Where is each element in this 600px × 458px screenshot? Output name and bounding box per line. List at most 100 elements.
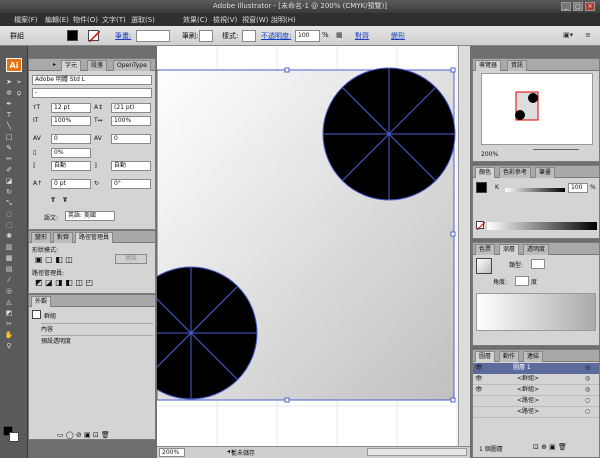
zoom-slider[interactable] [533,149,579,150]
layers-footer-icons[interactable]: ⊡ ⊕ ▣ 🗑 [533,443,567,451]
pencil-tool-icon[interactable]: ✏ [4,155,14,164]
tab-swatches[interactable]: 色票 [475,244,496,255]
layer-row-group-2[interactable]: <群組> [473,385,599,396]
scale-tool-icon[interactable]: ⤡ [4,199,14,208]
tab-pathfinder[interactable]: 路徑管理員 [75,232,114,243]
layer-row-path-1[interactable]: <路徑> [473,396,599,407]
gradient-tool-icon[interactable]: ▤ [4,265,14,274]
menu-window[interactable]: 視窗(W) [242,15,268,25]
tab-paragraph[interactable]: 段落 [87,60,108,71]
column-graph-tool-icon[interactable]: ▥ [4,243,14,252]
rotate-tool-icon[interactable]: ↻ [4,188,14,197]
style-picker[interactable] [242,30,256,42]
tab-info[interactable]: 資訊 [507,60,528,71]
menu-type[interactable]: 文字(T) [102,15,126,25]
stroke-link[interactable]: 筆畫: [115,31,131,41]
eyedropper-tool-icon[interactable]: ⁄ [4,276,14,285]
target-icon[interactable]: ○ [585,408,590,415]
menu-select[interactable]: 選取(S) [131,15,155,25]
magic-wand-tool-icon[interactable]: ✲ [4,89,14,98]
group-visibility-icon[interactable]: 👁 [475,375,483,382]
live-paint-tool-icon[interactable]: ◬ [4,298,14,307]
stroke-weight-field[interactable] [136,30,170,42]
gradient-type-select[interactable] [531,259,545,269]
tab-navigator[interactable]: 導覽器 [475,60,502,71]
navigator-zoom[interactable]: 200% [481,151,498,158]
font-size-field[interactable]: 12 pt [51,103,91,113]
tab-transparency[interactable]: 透明度 [523,244,550,255]
appearance-opacity-row[interactable]: 預設透明度 [41,335,153,345]
strikethrough-button[interactable]: Ŧ [63,197,67,204]
layer-visibility-icon[interactable]: 👁 [475,364,483,371]
hand-tool-icon[interactable]: ✋ [4,331,14,340]
scissors-tool-icon[interactable]: ✂ [4,320,14,329]
horizontal-scrollbar[interactable] [367,448,467,456]
stroke-swatch[interactable] [88,30,101,43]
kerning-field[interactable]: 0 [51,134,91,144]
slice-tool-icon[interactable]: ◩ [4,309,14,318]
symbol-sprayer-tool-icon[interactable]: ✺ [4,232,14,241]
target-icon[interactable]: ◎ [585,375,590,382]
tab-color[interactable]: 顏色 [475,167,496,178]
lasso-tool-icon[interactable]: ϙ [14,89,24,98]
tab-opentype[interactable]: OpenType [113,60,151,71]
target-icon[interactable]: ◎ [585,386,590,393]
align-link[interactable]: 對齊 [355,31,369,41]
vertical-scale-field[interactable]: 100% [51,116,91,126]
panel-menu-icon[interactable]: ≡ [585,31,591,39]
menu-effect[interactable]: 效果(C) [183,15,207,25]
opacity-field[interactable]: 100 [295,30,320,42]
target-icon[interactable]: ○ [585,397,590,404]
vertical-scrollbar[interactable] [458,46,470,446]
direct-selection-tool-icon[interactable]: ➢ [14,78,24,87]
tab-stroke[interactable]: 筆畫 [535,167,556,178]
line-tool-icon[interactable]: ╲ [4,122,14,131]
menu-object[interactable]: 物件(O) [73,15,98,25]
tab-gradient[interactable]: 漸層 [499,244,520,255]
eraser-tool-icon[interactable]: ◪ [4,177,14,186]
fill-swatch[interactable] [67,30,78,41]
transform-link[interactable]: 變形 [391,31,405,41]
opacity-link[interactable]: 不透明度: [261,31,291,41]
expand-button[interactable]: 擴展 [115,254,147,264]
k-field[interactable]: 100 [568,183,588,193]
none-swatch[interactable] [476,221,486,231]
close-button[interactable]: × [585,2,595,11]
appearance-footer-icons[interactable]: ▭ ◯ ⊘ ▣ ⊡ 🗑 [57,431,110,439]
pathfinder-buttons[interactable]: ◩ ◪ ◨ ◧ ◫ ◰ [35,278,93,287]
color-fill-swatch[interactable] [476,182,487,193]
appearance-contents-row[interactable]: 內容 [41,323,153,333]
font-style-field[interactable]: - [32,88,152,98]
gradient-ramp[interactable] [476,293,596,331]
gradient-angle-field[interactable] [515,276,529,286]
type-tool-icon[interactable]: T [4,111,14,120]
document-canvas[interactable] [157,46,470,446]
tab-actions[interactable]: 動作 [499,351,520,362]
zoom-tool-icon[interactable]: ⚲ [4,342,14,351]
group-visibility-icon[interactable]: 👁 [475,386,483,393]
circle-top-right[interactable] [322,67,456,201]
navigator-preview[interactable] [481,73,593,145]
menu-edit[interactable]: 編輯(E) [45,15,69,25]
tool-stroke-swatch[interactable] [9,432,19,442]
artwork[interactable] [157,46,470,446]
gradient-preview[interactable] [476,258,492,274]
blob-brush-tool-icon[interactable]: ✐ [4,166,14,175]
tab-character[interactable]: 字元 [61,60,82,71]
tsume-field[interactable]: 0% [51,148,91,158]
horizontal-scale-field[interactable]: 100% [111,116,151,126]
menu-help[interactable]: 說明(H) [271,15,296,25]
character-rotation-field[interactable]: 0° [111,179,151,189]
mesh-tool-icon[interactable]: ▩ [4,254,14,263]
selection-tool-icon[interactable]: ➤ [4,78,14,87]
pen-tool-icon[interactable]: ✒ [4,100,14,109]
tab-transform[interactable]: 變形 [31,232,52,243]
leading-field[interactable]: (21 pt) [111,103,151,113]
aki-left-field[interactable]: 自動 [51,161,91,171]
doc-zoom-field[interactable]: 200% [159,448,185,457]
font-family-field[interactable]: Adobe 明體 Std L [32,75,152,85]
tab-color-guide[interactable]: 色彩參考 [499,167,532,178]
tab-align[interactable]: 對齊 [53,232,74,243]
workspace-icon[interactable]: ▣▾ [563,31,573,39]
tab-layers[interactable]: 圖層 [475,351,496,362]
